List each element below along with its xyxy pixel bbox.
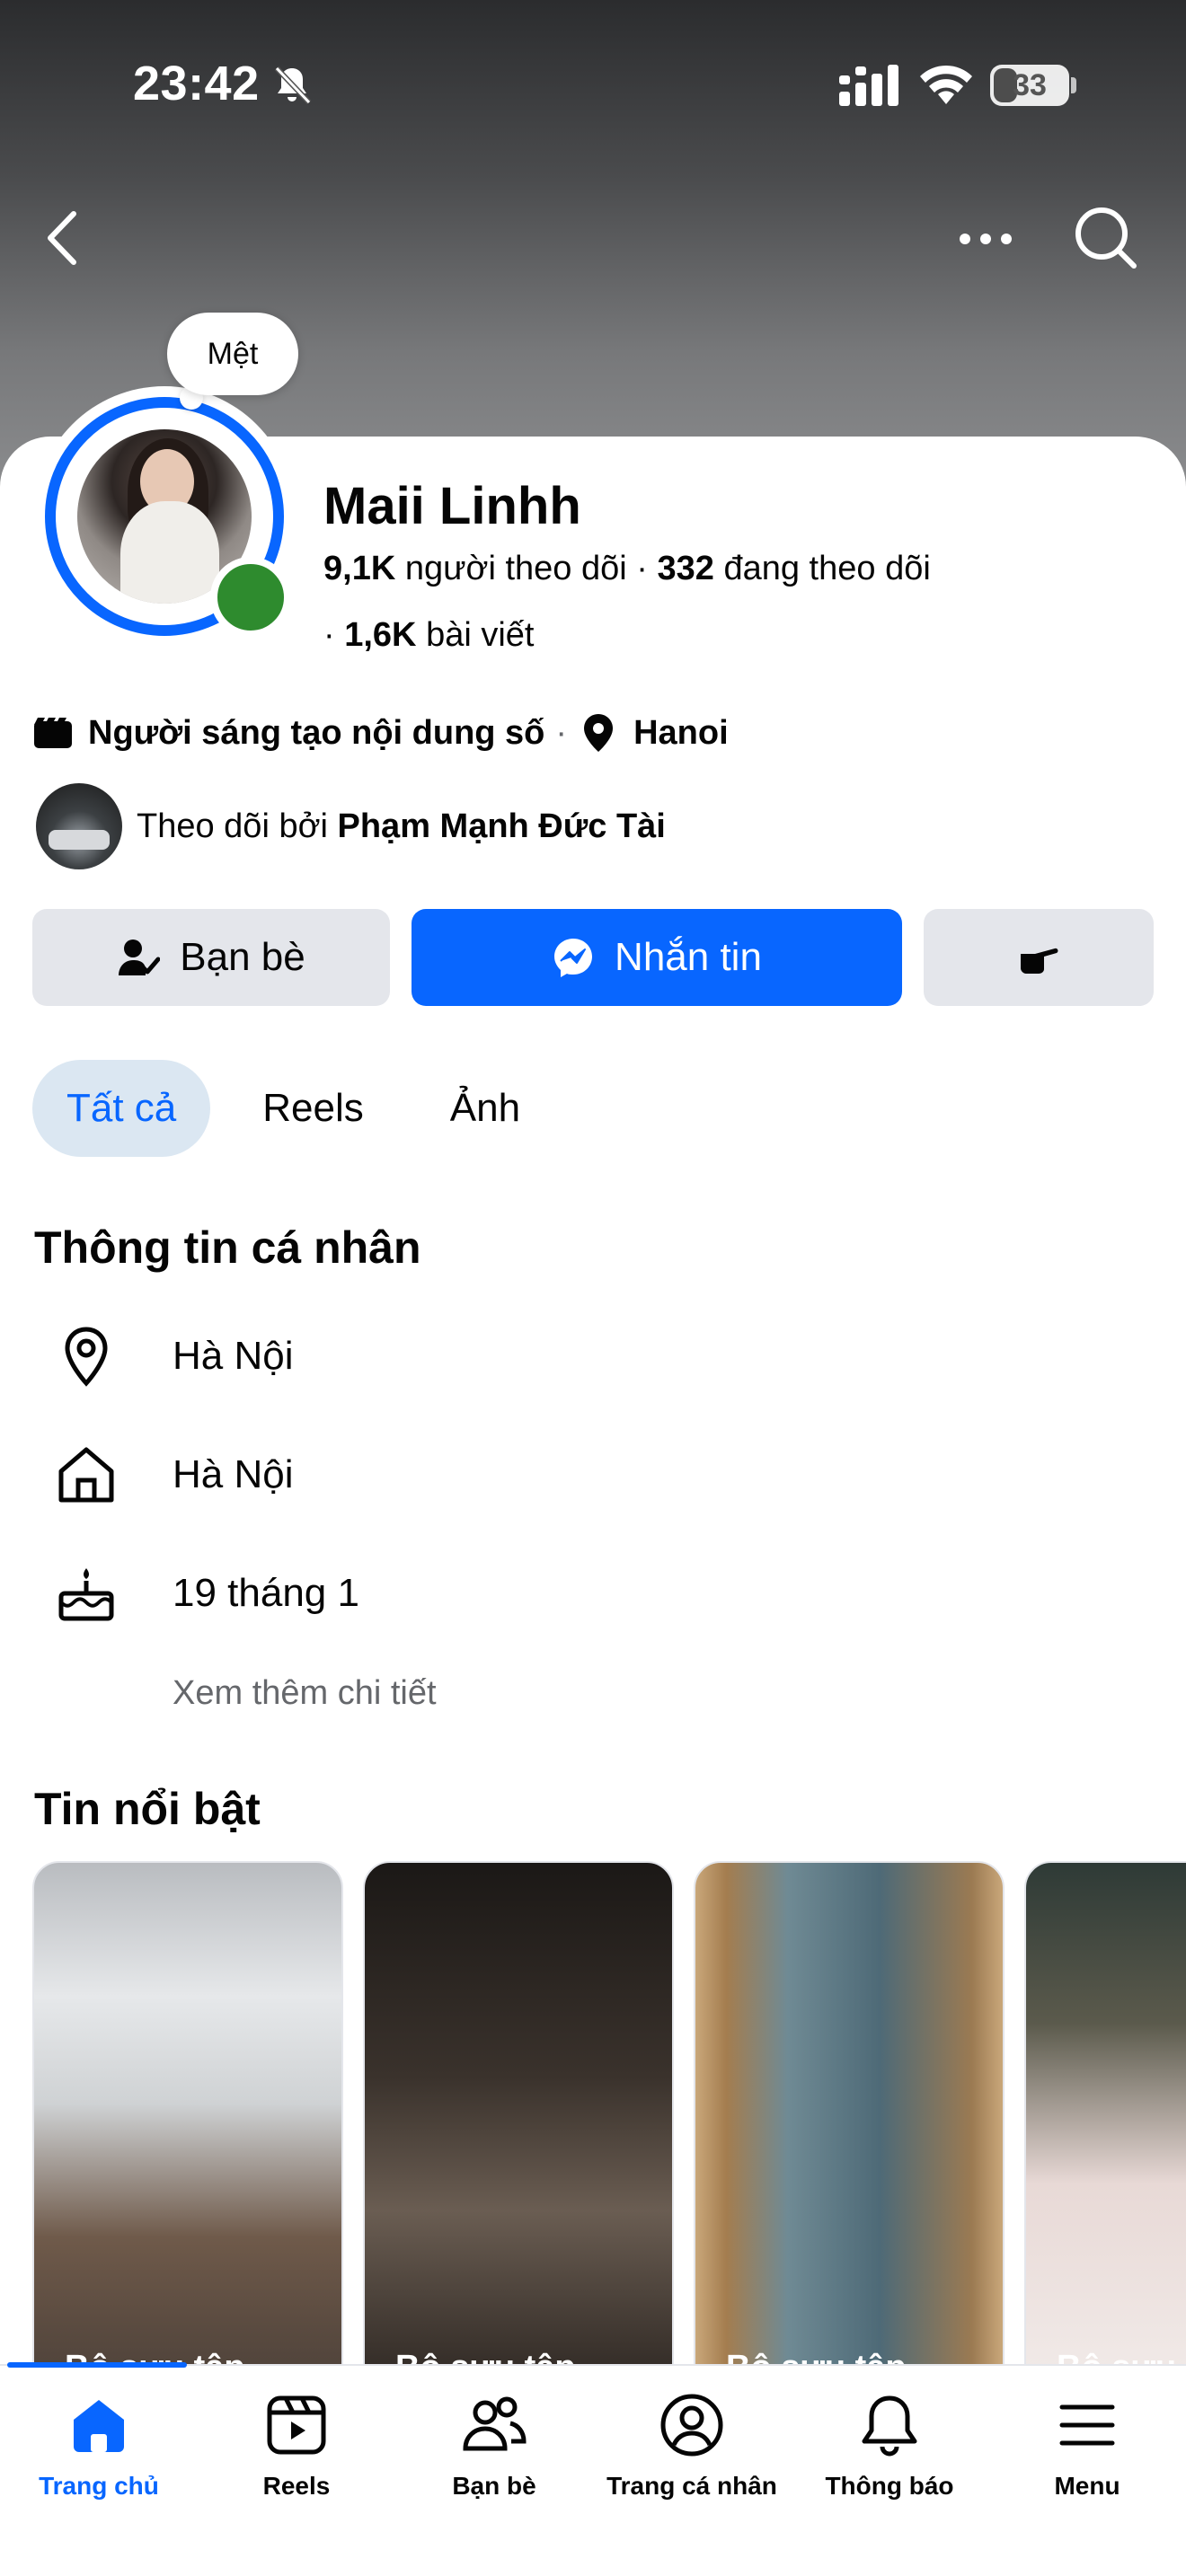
home-icon [58, 1447, 114, 1503]
location-pin-icon [65, 1327, 108, 1387]
tab-reels[interactable]: Reels [228, 1060, 398, 1157]
nav-reels[interactable]: Reels [198, 2380, 395, 2524]
highlight-label: Bộ sưu tập [1057, 2349, 1186, 2364]
creator-category: Người sáng tạo nội dung số [88, 713, 545, 752]
nav-menu-label: Menu [1054, 2472, 1120, 2500]
search-icon[interactable] [1069, 201, 1141, 273]
profile-name: Maii Linhh [323, 477, 581, 535]
highlight-label: Bộ sưu tập [395, 2349, 576, 2364]
battery-indicator: 33 [990, 65, 1076, 106]
followed-by[interactable]: Theo dõi bởi Phạm Mạnh Đức Tài [36, 783, 666, 869]
active-tab-indicator [7, 2362, 187, 2368]
nav-home[interactable]: Trang chủ [0, 2380, 198, 2524]
meta-separator: · [555, 713, 568, 752]
followers-count[interactable]: 9,1K [323, 550, 395, 587]
tab-all[interactable]: Tất cả [32, 1060, 211, 1157]
stats-separator: · [636, 550, 658, 587]
nav-profile-label: Trang cá nhân [606, 2472, 777, 2500]
online-status-dot [210, 557, 291, 638]
bell-icon [862, 2395, 917, 2457]
profile-location[interactable]: Hanoi [633, 714, 729, 753]
reels-icon [267, 2395, 326, 2455]
nav-reels-label: Reels [262, 2472, 331, 2500]
nav-notifications-label: Thông báo [825, 2472, 954, 2500]
info-hometown: Hà Nội [52, 1439, 294, 1511]
profile-icon [660, 2394, 723, 2457]
info-hometown-text: Hà Nội [173, 1452, 294, 1496]
signal-icon [839, 65, 898, 106]
followed-by-prefix: Theo dõi bởi [137, 807, 328, 845]
friends-icon [463, 2396, 527, 2451]
nav-notifications[interactable]: Thông báo [791, 2380, 988, 2524]
wifi-icon [920, 65, 972, 104]
message-button-label: Nhắn tin [615, 935, 762, 979]
friends-button-label: Bạn bè [180, 935, 305, 979]
battery-level: 33 [1013, 68, 1047, 102]
status-bar: 23:42 33 [0, 0, 1186, 171]
nav-profile[interactable]: Trang cá nhân [593, 2380, 791, 2524]
nav-home-label: Trang chủ [39, 2472, 159, 2500]
friend-check-icon [119, 940, 161, 975]
nav-friends[interactable]: Bạn bè [395, 2380, 593, 2524]
highlight-card[interactable]: Bộ sưu tập [363, 1861, 674, 2364]
nav-friends-label: Bạn bè [452, 2472, 536, 2500]
birthday-cake-icon [58, 1568, 114, 1621]
back-chevron-icon[interactable] [38, 207, 92, 269]
stats-separator: · [323, 616, 345, 654]
status-time: 23:42 [133, 57, 260, 110]
nav-menu[interactable]: Menu [988, 2380, 1186, 2524]
info-birthday-text: 19 tháng 1 [173, 1571, 359, 1615]
menu-icon [1059, 2404, 1115, 2446]
highlight-card[interactable]: Bộ sưu tập [32, 1861, 343, 2364]
profile-meta: Người sáng tạo nội dung số · Hanoi [32, 710, 729, 756]
highlight-card[interactable]: Bộ sưu tập [1024, 1861, 1186, 2364]
followed-by-name[interactable]: Phạm Mạnh Đức Tài [338, 807, 666, 846]
highlight-label: Bộ sưu tập [726, 2349, 907, 2364]
followers-label[interactable]: người theo dõi [405, 550, 627, 587]
tab-photos[interactable]: Ảnh [416, 1060, 554, 1157]
friends-button[interactable]: Bạn bè [32, 909, 390, 1006]
posts-count: 1,6K [344, 616, 417, 654]
profile-note[interactable]: Mệt [167, 313, 298, 395]
highlights-row: Bộ sưu tập Bộ sưu tập Bộ sưu tập Bộ sưu … [32, 1861, 1186, 2364]
info-birthday: 19 tháng 1 [52, 1557, 359, 1629]
follower-avatar [36, 783, 122, 869]
more-options-icon[interactable] [954, 212, 1017, 266]
highlight-card[interactable]: Bộ sưu tập [694, 1861, 1005, 2364]
location-pin-icon [584, 714, 614, 752]
messenger-icon [554, 939, 593, 977]
following-label[interactable]: đang theo dõi [723, 550, 930, 587]
info-current-city-text: Hà Nội [173, 1334, 294, 1378]
follow-stats: 9,1K người theo dõi · 332 đang theo dõi [323, 550, 931, 588]
message-button[interactable]: Nhắn tin [412, 909, 902, 1006]
clapperboard-icon [34, 718, 72, 748]
home-icon [74, 2400, 124, 2452]
poke-button[interactable] [924, 909, 1154, 1006]
posts-stats: · 1,6K bài viết [323, 616, 534, 655]
bell-off-icon [274, 66, 312, 105]
following-count[interactable]: 332 [657, 550, 713, 587]
profile-tabs: Tất cả Reels Ảnh [32, 1060, 572, 1157]
personal-info-title: Thông tin cá nhân [34, 1222, 421, 1273]
highlights-title: Tin nổi bật [34, 1784, 261, 1834]
info-current-city: Hà Nội [52, 1320, 294, 1392]
see-more-details-link[interactable]: Xem thêm chi tiết [173, 1674, 437, 1713]
posts-label: bài viết [426, 616, 535, 654]
pointing-hand-icon [1021, 948, 1058, 974]
